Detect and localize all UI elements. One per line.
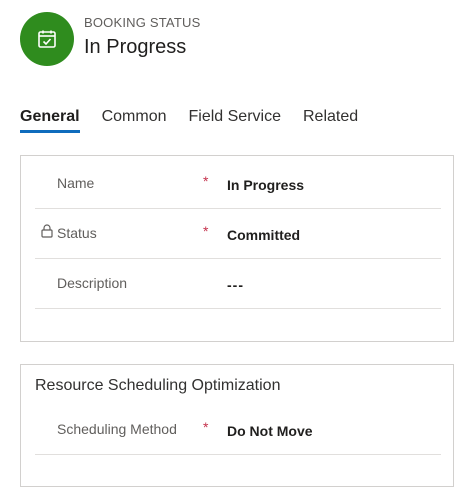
status-field: Committed [227,227,301,243]
field-label-status: Status [57,225,97,241]
field-label-scheduling-method: Scheduling Method [57,421,177,437]
field-row-description: Description --- [35,259,441,309]
record-header: BOOKING STATUS In Progress [20,12,200,66]
field-row-status: Status * Committed [35,209,441,259]
field-row-scheduling-method: Scheduling Method * Do Not Move [35,405,441,455]
booking-status-form: BOOKING STATUS In Progress General Commo… [0,0,474,503]
general-section: Name * In Progress Status * Committed De… [20,155,454,342]
tab-field-service[interactable]: Field Service [189,107,281,133]
field-label-name: Name [57,175,95,191]
record-title: In Progress [84,36,187,58]
entity-type-label: BOOKING STATUS [84,15,201,30]
lock-icon [41,224,53,238]
form-tabs: General Common Field Service Related [20,107,380,133]
calendar-icon [38,30,56,48]
field-label-description: Description [57,275,128,291]
field-row-name: Name * In Progress [35,159,441,209]
tab-general[interactable]: General [20,107,80,133]
section-title: Resource Scheduling Optimization [35,377,281,394]
tab-related[interactable]: Related [303,107,358,133]
required-indicator: * [203,419,209,435]
name-field[interactable]: In Progress [227,177,304,193]
required-indicator: * [203,223,209,239]
rso-section: Resource Scheduling Optimization Schedul… [20,364,454,487]
required-indicator: * [203,173,209,189]
description-field[interactable]: --- [227,277,244,293]
entity-avatar [20,12,74,66]
tab-common[interactable]: Common [102,107,167,133]
scheduling-method-field[interactable]: Do Not Move [227,423,313,439]
